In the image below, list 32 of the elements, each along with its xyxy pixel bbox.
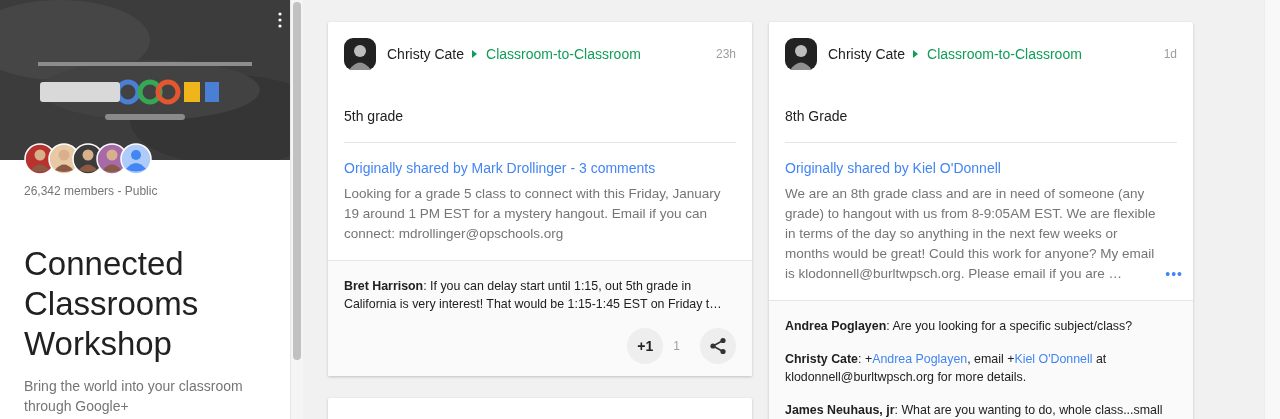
more-vert-icon[interactable] [278,12,282,28]
community-tagline: Bring the world into your classroom through Google+ [24,377,244,416]
avatar[interactable] [344,38,376,70]
comment: Andrea Poglayen: Are you looking for a specific subject/class? [785,318,1134,335]
more-button[interactable]: ••• [1159,264,1183,284]
member-avatar[interactable] [120,143,152,175]
post-text: 5th grade [344,106,736,143]
post-text: 8th Grade [785,106,1177,143]
comment: Christy Cate: +Andrea Poglayen, email +Kiel O'Donnell at klodonnell@burltwpsch.org for more details. [785,351,1108,386]
author-name[interactable]: Christy Cate [828,46,906,62]
community-link[interactable]: Classroom-to-Classroom [927,46,1082,62]
mention-link[interactable]: Kiel O'Donnell [1014,352,1093,366]
share-icon [709,337,727,355]
share-button[interactable] [700,328,736,364]
shared-by-link[interactable]: Originally shared by Kiel O'Donnell [785,158,1177,178]
shared-by-link[interactable]: Originally shared by Mark Drollinger - 3 comments [344,158,736,178]
plus-one-count: 1 [673,339,680,353]
shared-post-text: We are an 8th grade class and are in need of someone (any grade) to hangout with us from 8-9:05AM EST. We are flexible in terms of the day so anything in the next few weeks or months would be great! Could this work for anyone? My email is klodonnell@burltwpsch.org. Please email if you are … [785,185,1157,283]
post-time: 1d [1163,47,1177,61]
caret-icon [913,50,919,58]
plus-one-button[interactable]: +1 [627,328,664,364]
scrollbar[interactable] [293,2,301,360]
author-name[interactable]: Christy Cate [387,46,465,62]
community-link[interactable]: Classroom-to-Classroom [486,46,641,62]
shared-post-text: Looking for a grade 5 class to connect with this Friday, January 19 around 1 PM EST for a mystery hangout. Email if you can connect: mdrollinger@opschools.org [344,185,722,243]
community-title: Connected Classrooms Workshop [24,244,200,364]
avatar[interactable] [785,38,817,70]
comment: Bret Harrison: If you can delay start until 1:15, out 5th grade in California is very interest! That would be 1:15-1:45 EST on Friday t… [344,278,723,313]
member-count: 26,342 members - Public [24,184,159,198]
caret-icon [472,50,478,58]
post-time: 23h [715,47,736,61]
comment: James Neuhaus, jr: What are you wanting to do, whole class...small [785,402,1164,419]
